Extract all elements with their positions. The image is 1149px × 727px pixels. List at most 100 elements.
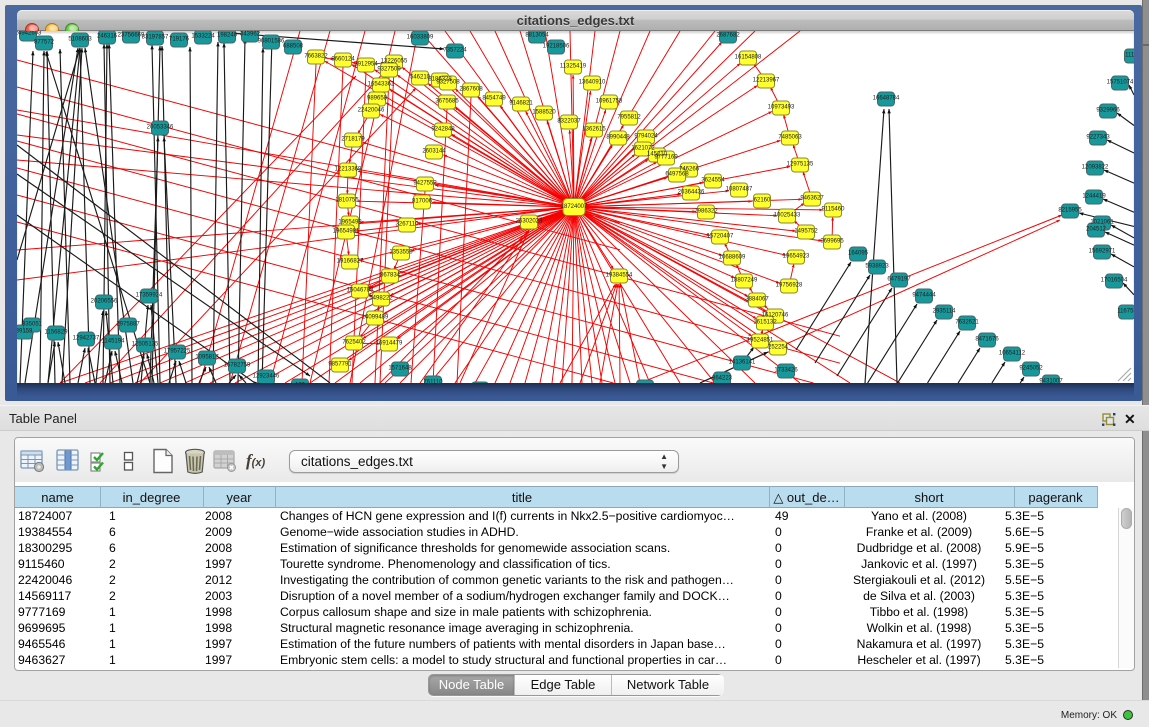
svg-text:16154808: 16154808: [735, 55, 762, 61]
svg-text:3624554: 3624554: [701, 178, 725, 184]
svg-text:9227343: 9227343: [1086, 135, 1110, 141]
svg-text:19756928: 19756928: [776, 283, 803, 289]
svg-text:9245052: 9245052: [1019, 366, 1043, 372]
svg-text:5498222: 5498222: [369, 296, 393, 302]
svg-text:12975135: 12975135: [787, 162, 814, 168]
svg-text:3267110: 3267110: [396, 222, 420, 228]
svg-text:9777169: 9777169: [654, 155, 678, 161]
svg-text:1095817: 1095817: [195, 355, 219, 361]
svg-text:15692971: 15692971: [1089, 249, 1116, 255]
svg-text:2718179: 2718179: [341, 137, 365, 143]
svg-text:1571648: 1571648: [388, 366, 412, 372]
svg-text:19524851: 19524851: [747, 338, 774, 344]
svg-text:7663822: 7663822: [304, 54, 328, 60]
svg-text:83197857: 83197857: [142, 35, 169, 41]
svg-text:1244419: 1244419: [1082, 194, 1106, 200]
svg-text:7955812: 7955812: [617, 115, 641, 121]
svg-text:2603144: 2603144: [422, 149, 446, 155]
svg-text:1362615: 1362615: [582, 127, 606, 133]
svg-text:10973493: 10973493: [768, 105, 795, 111]
svg-text:204512: 204512: [1086, 227, 1107, 233]
svg-text:10961758: 10961758: [596, 99, 623, 105]
svg-text:864223: 864223: [712, 376, 733, 382]
svg-text:6497568: 6497568: [665, 172, 689, 178]
svg-text:8813054: 8813054: [525, 33, 549, 39]
svg-text:10688609: 10688609: [719, 255, 746, 261]
svg-text:164095: 164095: [848, 251, 869, 257]
svg-text:5938923: 5938923: [865, 264, 889, 270]
svg-text:817006: 817006: [412, 199, 433, 205]
svg-text:989658: 989658: [367, 96, 388, 102]
svg-text:8990448: 8990448: [606, 135, 630, 141]
svg-text:2935114: 2935114: [933, 309, 957, 315]
svg-text:688508: 688508: [283, 44, 304, 50]
svg-text:9146821: 9146821: [509, 101, 533, 107]
svg-text:39159: 39159: [17, 329, 33, 335]
svg-text:90801586: 90801586: [258, 39, 285, 45]
svg-text:1588520: 1588520: [532, 110, 556, 116]
svg-text:1156829: 1156829: [45, 330, 69, 336]
svg-text:14099489: 14099489: [362, 315, 389, 321]
svg-text:9329966: 9329966: [1096, 108, 1120, 114]
svg-text:12942737: 12942737: [73, 336, 100, 342]
svg-text:17016504: 17016504: [1101, 278, 1128, 284]
svg-text:12093822: 12093822: [1082, 165, 1109, 171]
svg-text:8660124: 8660124: [331, 57, 355, 63]
svg-text:16033809: 16033809: [407, 35, 434, 41]
svg-text:1533224: 1533224: [191, 34, 215, 40]
svg-text:19166827: 19166827: [337, 259, 364, 265]
svg-text:16914479: 16914479: [376, 341, 403, 347]
svg-text:19218506: 19218506: [543, 44, 570, 50]
svg-text:2975887: 2975887: [116, 322, 140, 328]
svg-text:252254: 252254: [768, 345, 789, 351]
svg-text:1495752: 1495752: [794, 229, 818, 235]
svg-text:20364436: 20364436: [678, 190, 705, 196]
svg-text:10807487: 10807487: [726, 187, 753, 193]
svg-text:8454749: 8454749: [482, 96, 506, 102]
svg-text:3912954: 3912954: [354, 62, 378, 68]
svg-text:18807249: 18807249: [731, 278, 758, 284]
svg-text:7625402: 7625402: [342, 340, 366, 346]
svg-text:1021061: 1021061: [1090, 220, 1114, 226]
svg-text:1965498: 1965498: [338, 220, 362, 226]
svg-text:12505135: 12505135: [132, 342, 159, 348]
svg-text:62160: 62160: [754, 198, 771, 204]
svg-text:1353559: 1353559: [389, 250, 413, 256]
svg-text:11325419: 11325419: [560, 64, 587, 70]
svg-text:9427552: 9427552: [413, 181, 437, 187]
svg-text:3675685: 3675685: [435, 99, 459, 105]
svg-text:9699695: 9699695: [820, 239, 844, 245]
svg-text:7485063: 7485063: [778, 135, 802, 141]
svg-text:1145194: 1145194: [102, 339, 126, 345]
svg-text:15751074: 15751074: [1107, 80, 1134, 86]
svg-text:6479197: 6479197: [887, 277, 911, 283]
svg-text:16782759: 16782759: [224, 363, 251, 369]
svg-text:116753: 116753: [1117, 309, 1134, 315]
svg-text:19654981: 19654981: [333, 229, 360, 235]
svg-text:19384554: 19384554: [606, 273, 633, 279]
svg-text:343962: 343962: [240, 32, 261, 38]
svg-text:335051: 335051: [22, 322, 43, 328]
svg-text:16648784: 16648784: [873, 96, 900, 102]
svg-text:25302023: 25302023: [516, 219, 543, 225]
svg-text:10654112: 10654112: [999, 351, 1026, 357]
svg-text:9857791: 9857791: [328, 362, 352, 368]
svg-text:9327509: 9327509: [377, 67, 401, 73]
svg-text:17359924: 17359924: [136, 293, 163, 299]
svg-text:7632621: 7632621: [955, 320, 979, 326]
svg-text:20206556: 20206556: [91, 299, 118, 305]
svg-text:16046788: 16046788: [347, 288, 374, 294]
svg-text:246316: 246316: [97, 34, 118, 40]
svg-text:1615132: 1615132: [753, 320, 777, 326]
svg-text:1810755: 1810755: [335, 198, 359, 204]
svg-text:9474444: 9474444: [912, 293, 936, 299]
svg-text:10025433: 10025433: [774, 213, 801, 219]
svg-text:13640910: 13640910: [579, 80, 606, 86]
svg-text:198246: 198246: [217, 33, 238, 39]
svg-text:13226055: 13226055: [381, 59, 408, 65]
svg-text:20053346: 20053346: [147, 125, 174, 131]
svg-text:8215955: 8215955: [1058, 208, 1082, 214]
svg-text:719176: 719176: [169, 37, 190, 43]
svg-text:15720407: 15720407: [707, 234, 734, 240]
svg-text:12923446: 12923446: [253, 374, 280, 380]
